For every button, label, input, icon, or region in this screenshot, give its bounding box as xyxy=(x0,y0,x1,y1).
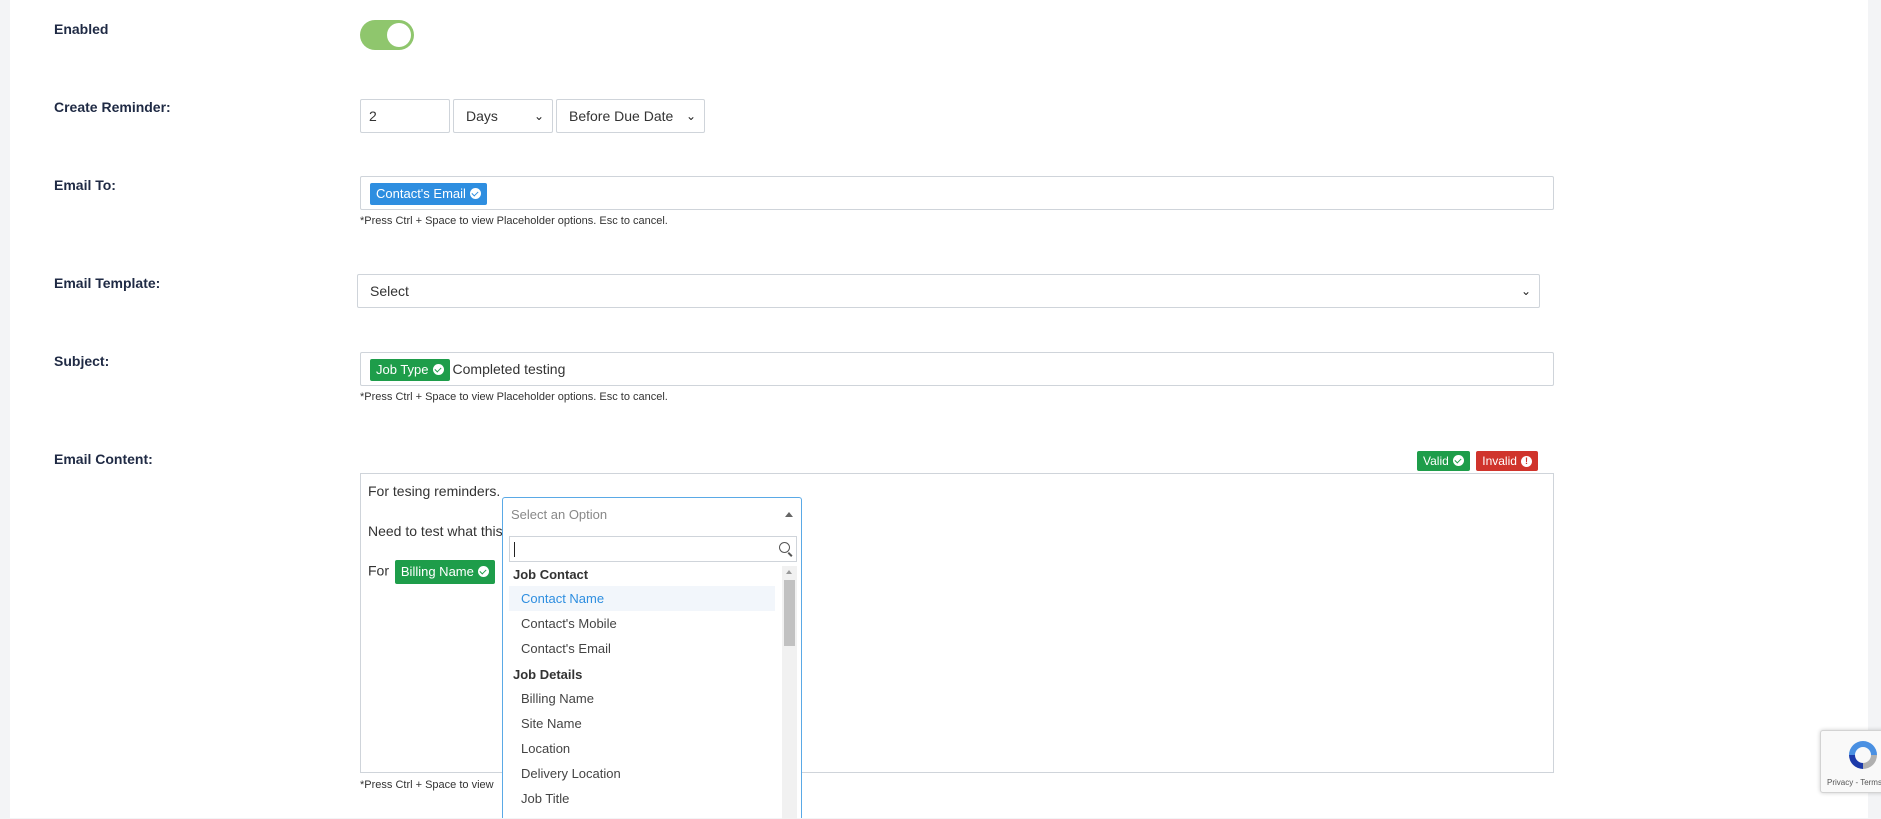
email-template-select[interactable]: Select ⌄ xyxy=(357,274,1540,308)
option-billing-name[interactable]: Billing Name xyxy=(509,686,775,711)
content-hint: *Press Ctrl + Space to view xyxy=(360,779,494,791)
page-edge xyxy=(1868,0,1881,818)
content-line-3-prefix: For xyxy=(368,562,389,579)
chevron-down-icon: ⌄ xyxy=(1520,284,1531,298)
recaptcha-badge[interactable]: Privacy - Terms xyxy=(1820,730,1881,793)
placeholder-chip[interactable]: Job Type xyxy=(370,359,450,382)
option-contacts-email[interactable]: Contact's Email xyxy=(509,636,775,661)
toggle-knob xyxy=(387,23,411,47)
reminder-unit-value: Days xyxy=(466,108,498,124)
invalid-badge-label: Invalid xyxy=(1482,454,1517,468)
subject-field[interactable]: Job Type Completed testing xyxy=(360,352,1554,386)
enabled-label: Enabled xyxy=(54,21,109,37)
reminder-amount-input[interactable]: 2 xyxy=(360,99,450,133)
content-line-1: For tesing reminders. xyxy=(368,483,501,499)
option-location[interactable]: Location xyxy=(509,736,775,761)
email-to-field[interactable]: Contact's Email xyxy=(360,176,1554,210)
chevron-down-icon: ⌄ xyxy=(685,109,696,123)
caret-up-icon xyxy=(785,512,793,517)
option-delivery-location[interactable]: Delivery Location xyxy=(509,761,775,786)
subject-label: Subject: xyxy=(54,353,110,369)
placeholder-chip[interactable]: Billing Name xyxy=(394,560,495,584)
valid-badge: Valid xyxy=(1417,451,1470,471)
valid-badge-label: Valid xyxy=(1423,454,1449,468)
dropdown-search-input[interactable] xyxy=(509,536,797,562)
placeholder-chip[interactable]: Contact's Email xyxy=(370,183,487,206)
check-circle-icon xyxy=(432,364,444,376)
invalid-badge: Invalid! xyxy=(1476,451,1538,471)
reminder-relation-value: Before Due Date xyxy=(569,108,674,124)
settings-panel: Enabled Create Reminder: 2 Days ⌄ Before… xyxy=(10,0,1868,819)
enabled-toggle[interactable] xyxy=(360,20,414,50)
chip-label: Job Type xyxy=(376,362,429,378)
alert-circle-icon: ! xyxy=(1520,456,1532,467)
recaptcha-links[interactable]: Privacy - Terms xyxy=(1827,778,1881,787)
content-line-3: For Billing Name xyxy=(368,560,495,584)
check-circle-icon xyxy=(469,188,481,200)
option-job-title[interactable]: Job Title xyxy=(509,786,775,811)
chevron-down-icon: ⌄ xyxy=(533,109,544,123)
dropdown-header[interactable]: Select an Option xyxy=(503,498,801,532)
dropdown-placeholder: Select an Option xyxy=(511,507,608,522)
email-to-hint: *Press Ctrl + Space to view Placeholder … xyxy=(360,215,668,227)
check-circle-icon xyxy=(1452,455,1464,466)
recaptcha-icon xyxy=(1849,741,1877,769)
email-content-label: Email Content: xyxy=(54,451,153,467)
chip-label: Billing Name xyxy=(400,564,474,579)
chip-label: Contact's Email xyxy=(376,186,466,202)
email-template-value: Select xyxy=(370,283,409,299)
check-circle-icon xyxy=(477,566,489,577)
content-line-2: Need to test what this xyxy=(368,523,503,539)
email-template-label: Email Template: xyxy=(54,275,161,291)
create-reminder-label: Create Reminder: xyxy=(54,99,171,115)
text-caret xyxy=(514,542,515,557)
dropdown-options: Job Contact Contact Name Contact's Mobil… xyxy=(503,566,781,819)
validation-badges: Valid Invalid! xyxy=(1417,451,1538,471)
option-contact-name[interactable]: Contact Name xyxy=(509,586,775,611)
reminder-unit-select[interactable]: Days ⌄ xyxy=(453,99,553,133)
option-group-job-contact: Job Contact xyxy=(513,567,589,582)
scrollbar-thumb[interactable] xyxy=(784,580,795,646)
email-to-label: Email To: xyxy=(54,177,116,193)
option-group-job-details: Job Details xyxy=(513,667,583,682)
scroll-up-arrow-icon[interactable] xyxy=(786,570,792,574)
placeholder-dropdown[interactable]: Select an Option Job Contact Contact Nam… xyxy=(502,497,802,819)
subject-text: Completed testing xyxy=(452,361,566,377)
dropdown-scrollbar[interactable] xyxy=(782,566,797,819)
option-contacts-mobile[interactable]: Contact's Mobile xyxy=(509,611,775,636)
subject-hint: *Press Ctrl + Space to view Placeholder … xyxy=(360,391,668,403)
reminder-relation-select[interactable]: Before Due Date ⌄ xyxy=(556,99,705,133)
search-icon xyxy=(779,542,790,553)
option-site-name[interactable]: Site Name xyxy=(509,711,775,736)
